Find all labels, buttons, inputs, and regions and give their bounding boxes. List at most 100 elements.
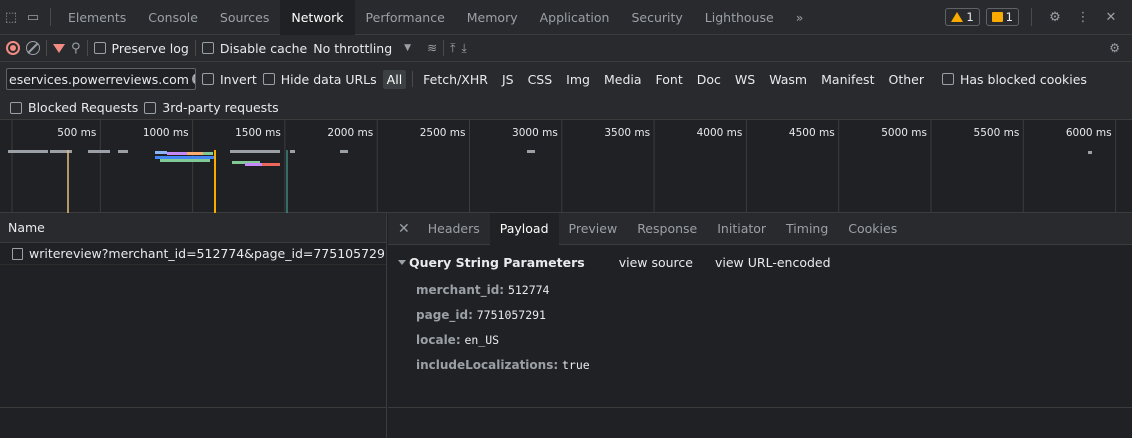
preserve-log-checkbox[interactable]	[93, 42, 106, 54]
search-icon[interactable]: ⚲	[71, 41, 81, 56]
tab-application[interactable]: Application	[529, 0, 621, 35]
request-bar	[155, 151, 167, 154]
view-source-link[interactable]: view source	[619, 255, 693, 270]
type-filter-js[interactable]: JS	[498, 70, 518, 89]
type-filter-other[interactable]: Other	[884, 70, 928, 89]
tab-lighthouse[interactable]: Lighthouse	[694, 0, 785, 35]
request-bar	[160, 159, 210, 162]
expand-triangle-icon[interactable]	[398, 260, 406, 265]
tick-label: 6000 ms	[1066, 127, 1112, 139]
tick-label: 3500 ms	[604, 127, 650, 139]
clear-filter-icon[interactable]: ✕	[191, 72, 195, 85]
device-toolbar-icon[interactable]: ▭	[22, 6, 44, 28]
tab-headers[interactable]: Headers	[418, 213, 490, 245]
tab-security[interactable]: Security	[620, 0, 693, 35]
network-toolbar: ⚲ Preserve log Disable cache No throttli…	[0, 35, 1132, 62]
request-bar	[340, 150, 348, 153]
tab-console[interactable]: Console	[137, 0, 209, 35]
type-filter-font[interactable]: Font	[652, 70, 687, 89]
request-name: writereview?merchant_id=512774&page_id=7…	[29, 246, 386, 261]
tab-initiator[interactable]: Initiator	[707, 213, 776, 245]
close-details-icon[interactable]: ✕	[398, 221, 418, 237]
tab-performance[interactable]: Performance	[355, 0, 456, 35]
network-overview[interactable]: 500 ms 1000 ms 1500 ms 2000 ms 2500 ms 3000 m…	[0, 120, 1132, 213]
settings-gear-icon[interactable]: ⚙	[1044, 6, 1066, 28]
type-filter-media[interactable]: Media	[600, 70, 646, 89]
type-filter-fetch-xhr[interactable]: Fetch/XHR	[419, 70, 492, 89]
network-conditions-icon[interactable]: ≋	[427, 41, 437, 55]
third-party-checkbox[interactable]	[144, 101, 157, 114]
has-blocked-cookies-label: Has blocked cookies	[959, 71, 1087, 87]
filter-input-value: eservices.powerreviews.com	[9, 71, 189, 87]
type-filter-all[interactable]: All	[382, 69, 407, 89]
type-filter-css[interactable]: CSS	[524, 70, 557, 89]
tab-preview[interactable]: Preview	[559, 213, 628, 245]
blocked-requests-checkbox[interactable]	[10, 101, 22, 114]
request-list-footer	[0, 407, 387, 438]
filter-input[interactable]: eservices.powerreviews.com ✕	[6, 68, 196, 90]
param-row: page_id: 7751057291	[416, 308, 546, 322]
request-bar	[88, 150, 110, 153]
tick-label: 2000 ms	[327, 127, 373, 139]
filter-icon[interactable]	[53, 43, 65, 53]
tick-label: 500 ms	[57, 127, 96, 139]
param-value: 512774	[507, 283, 550, 297]
tab-cookies[interactable]: Cookies	[838, 213, 907, 245]
download-icon[interactable]: ⤓	[461, 41, 466, 56]
divider	[1031, 8, 1032, 26]
tab-timing[interactable]: Timing	[776, 213, 838, 245]
param-value: 7751057291	[476, 308, 546, 322]
request-bar	[262, 163, 280, 166]
param-key: page_id:	[416, 308, 473, 322]
request-bar	[118, 150, 128, 153]
request-bar	[187, 152, 203, 155]
request-bar	[527, 150, 535, 153]
tab-response[interactable]: Response	[627, 213, 707, 245]
messages-badge[interactable]: 1	[985, 8, 1019, 26]
details-footer	[388, 407, 1132, 438]
upload-icon[interactable]: ⤒	[450, 41, 455, 56]
inspect-element-icon[interactable]: ⬚	[0, 6, 22, 28]
chevron-down-icon[interactable]: ▼	[404, 43, 411, 53]
filter-row-2: Blocked Requests 3rd-party requests	[0, 96, 1132, 120]
network-settings-icon[interactable]: ⚙	[1109, 41, 1120, 55]
record-icon[interactable]	[6, 41, 20, 55]
type-filter-doc[interactable]: Doc	[693, 70, 725, 89]
tick-label: 2500 ms	[420, 127, 466, 139]
tick-label: 1500 ms	[235, 127, 281, 139]
view-url-encoded-link[interactable]: view URL-encoded	[715, 255, 831, 270]
warnings-badge[interactable]: 1	[945, 8, 980, 26]
divider	[194, 40, 196, 56]
divider	[50, 8, 51, 26]
invert-checkbox[interactable]	[202, 73, 214, 85]
type-filter-ws[interactable]: WS	[731, 70, 759, 89]
kebab-menu-icon[interactable]: ⋮	[1072, 6, 1094, 28]
filter-row: eservices.powerreviews.com ✕ Invert Hide…	[0, 62, 1132, 96]
more-tabs-button[interactable]: »	[785, 0, 815, 35]
request-row[interactable]: writereview?merchant_id=512774&page_id=7…	[0, 243, 386, 265]
tab-sources[interactable]: Sources	[209, 0, 280, 35]
disable-cache-checkbox[interactable]	[201, 42, 214, 54]
hide-data-urls-checkbox[interactable]	[262, 73, 275, 85]
tab-payload[interactable]: Payload	[489, 212, 559, 245]
name-column-header[interactable]: Name	[0, 213, 386, 243]
clear-icon[interactable]	[26, 41, 40, 55]
overview-timeline[interactable]: 500 ms 1000 ms 1500 ms 2000 ms 2500 ms 3000 m…	[0, 120, 1132, 213]
tab-memory[interactable]: Memory	[456, 0, 529, 35]
request-list: Name writereview?merchant_id=512774&page…	[0, 213, 387, 438]
type-filter-wasm[interactable]: Wasm	[765, 70, 811, 89]
preserve-log-label: Preserve log	[111, 40, 189, 56]
disable-cache-label: Disable cache	[219, 40, 308, 56]
param-value: true	[561, 358, 590, 372]
has-blocked-cookies-checkbox[interactable]	[941, 73, 954, 85]
tab-network[interactable]: Network	[280, 0, 355, 35]
param-row: locale: en_US	[416, 333, 499, 347]
type-filter-manifest[interactable]: Manifest	[817, 70, 878, 89]
close-icon[interactable]: ✕	[1100, 6, 1122, 28]
tab-elements[interactable]: Elements	[57, 0, 137, 35]
query-string-section-header[interactable]: Query String Parameters view source view…	[398, 255, 831, 270]
divider	[46, 40, 47, 56]
throttling-select[interactable]: No throttling	[313, 41, 392, 56]
param-value: en_US	[464, 333, 500, 347]
type-filter-img[interactable]: Img	[562, 70, 594, 89]
